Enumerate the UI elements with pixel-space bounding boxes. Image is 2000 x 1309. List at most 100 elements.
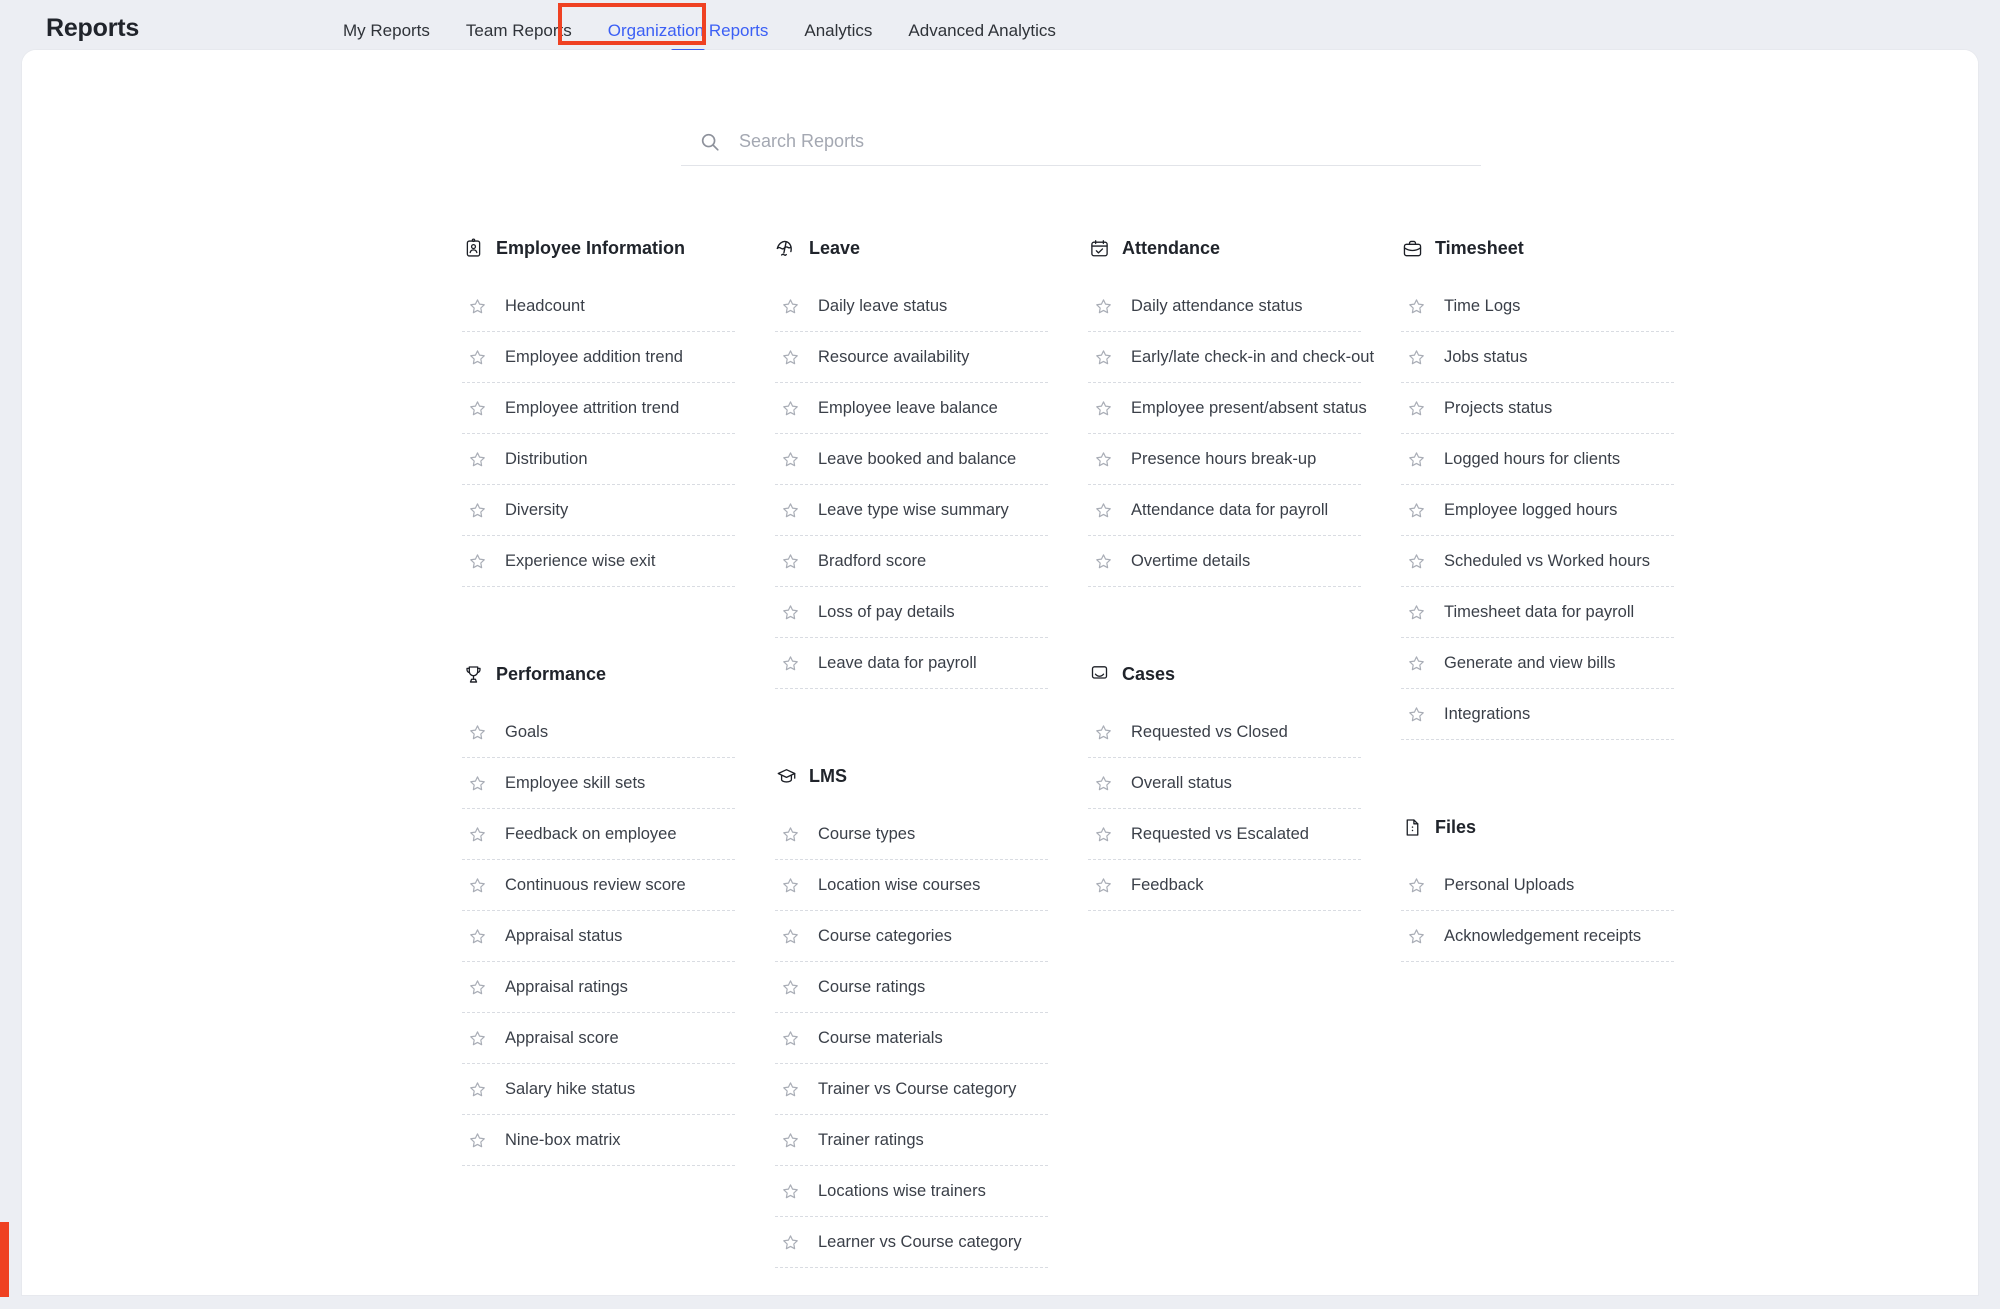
report-list-item[interactable]: Appraisal status [462,911,735,962]
star-icon[interactable] [781,1029,800,1048]
star-icon[interactable] [1094,501,1113,520]
report-list-item[interactable]: Course categories [775,911,1048,962]
star-icon[interactable] [781,1233,800,1252]
star-icon[interactable] [468,1131,487,1150]
report-list-item[interactable]: Learner vs Course category [775,1217,1048,1268]
report-list-item[interactable]: Leave booked and balance [775,434,1048,485]
star-icon[interactable] [781,297,800,316]
star-icon[interactable] [468,450,487,469]
report-list-item[interactable]: Jobs status [1401,332,1674,383]
star-icon[interactable] [1407,654,1426,673]
report-list-item[interactable]: Daily attendance status [1088,281,1361,332]
report-list-item[interactable]: Presence hours break-up [1088,434,1361,485]
report-list-item[interactable]: Distribution [462,434,735,485]
star-icon[interactable] [468,1029,487,1048]
star-icon[interactable] [1407,705,1426,724]
report-list-item[interactable]: Employee leave balance [775,383,1048,434]
star-icon[interactable] [1094,450,1113,469]
star-icon[interactable] [781,825,800,844]
star-icon[interactable] [468,927,487,946]
report-list-item[interactable]: Salary hike status [462,1064,735,1115]
search-input[interactable] [739,131,1439,152]
report-list-item[interactable]: Employee present/absent status [1088,383,1367,434]
report-list-item[interactable]: Overtime details [1088,536,1361,587]
report-list-item[interactable]: Experience wise exit [462,536,735,587]
report-list-item[interactable]: Feedback on employee [462,809,735,860]
report-list-item[interactable]: Generate and view bills [1401,638,1674,689]
star-icon[interactable] [781,1131,800,1150]
star-icon[interactable] [468,876,487,895]
report-list-item[interactable]: Overall status [1088,758,1361,809]
tab-team-reports[interactable]: Team Reports [448,16,590,46]
star-icon[interactable] [1094,552,1113,571]
tab-advanced-analytics[interactable]: Advanced Analytics [890,16,1073,46]
star-icon[interactable] [781,501,800,520]
star-icon[interactable] [1407,876,1426,895]
report-list-item[interactable]: Timesheet data for payroll [1401,587,1674,638]
report-list-item[interactable]: Trainer vs Course category [775,1064,1048,1115]
star-icon[interactable] [781,603,800,622]
star-icon[interactable] [1407,927,1426,946]
star-icon[interactable] [1094,876,1113,895]
star-icon[interactable] [468,723,487,742]
report-list-item[interactable]: Time Logs [1401,281,1674,332]
star-icon[interactable] [468,978,487,997]
report-list-item[interactable]: Headcount [462,281,735,332]
star-icon[interactable] [468,825,487,844]
report-list-item[interactable]: Goals [462,707,735,758]
report-list-item[interactable]: Location wise courses [775,860,1048,911]
report-list-item[interactable]: Bradford score [775,536,1048,587]
star-icon[interactable] [1094,348,1113,367]
report-list-item[interactable]: Appraisal score [462,1013,735,1064]
report-list-item[interactable]: Acknowledgement receipts [1401,911,1674,962]
report-list-item[interactable]: Leave type wise summary [775,485,1048,536]
report-list-item[interactable]: Trainer ratings [775,1115,1048,1166]
star-icon[interactable] [468,1080,487,1099]
search-bar[interactable] [681,118,1481,166]
tab-my-reports[interactable]: My Reports [325,16,448,46]
report-list-item[interactable]: Integrations [1401,689,1674,740]
star-icon[interactable] [468,297,487,316]
star-icon[interactable] [781,654,800,673]
report-list-item[interactable]: Course materials [775,1013,1048,1064]
star-icon[interactable] [1094,297,1113,316]
star-icon[interactable] [781,978,800,997]
star-icon[interactable] [781,876,800,895]
report-list-item[interactable]: Appraisal ratings [462,962,735,1013]
report-list-item[interactable]: Continuous review score [462,860,735,911]
report-list-item[interactable]: Resource availability [775,332,1048,383]
star-icon[interactable] [468,774,487,793]
report-list-item[interactable]: Employee logged hours [1401,485,1674,536]
report-list-item[interactable]: Nine-box matrix [462,1115,735,1166]
star-icon[interactable] [1407,297,1426,316]
report-list-item[interactable]: Employee skill sets [462,758,735,809]
report-list-item[interactable]: Daily leave status [775,281,1048,332]
star-icon[interactable] [1407,399,1426,418]
star-icon[interactable] [1094,774,1113,793]
report-list-item[interactable]: Course types [775,809,1048,860]
report-list-item[interactable]: Requested vs Escalated [1088,809,1361,860]
star-icon[interactable] [468,501,487,520]
star-icon[interactable] [781,1182,800,1201]
star-icon[interactable] [1407,348,1426,367]
star-icon[interactable] [1094,399,1113,418]
report-list-item[interactable]: Employee addition trend [462,332,735,383]
report-list-item[interactable]: Course ratings [775,962,1048,1013]
star-icon[interactable] [781,399,800,418]
report-list-item[interactable]: Locations wise trainers [775,1166,1048,1217]
report-list-item[interactable]: Scheduled vs Worked hours [1401,536,1674,587]
star-icon[interactable] [1094,723,1113,742]
star-icon[interactable] [781,552,800,571]
report-list-item[interactable]: Loss of pay details [775,587,1048,638]
star-icon[interactable] [468,399,487,418]
star-icon[interactable] [1407,501,1426,520]
report-list-item[interactable]: Early/late check-in and check-out [1088,332,1374,383]
report-list-item[interactable]: Attendance data for payroll [1088,485,1361,536]
report-list-item[interactable]: Logged hours for clients [1401,434,1674,485]
star-icon[interactable] [1094,825,1113,844]
tab-organization-reports[interactable]: Organization Reports [590,16,787,53]
report-list-item[interactable]: Leave data for payroll [775,638,1048,689]
star-icon[interactable] [468,552,487,571]
star-icon[interactable] [468,348,487,367]
tab-analytics[interactable]: Analytics [786,16,890,46]
